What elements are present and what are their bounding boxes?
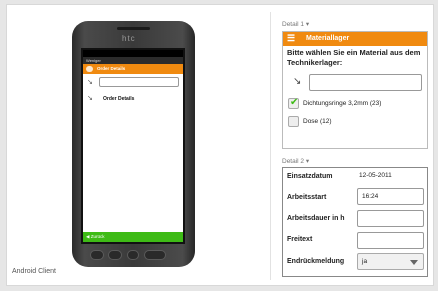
detail2-label[interactable]: Detail 2 ▾ xyxy=(282,157,309,165)
endrueckmeldung-row: Endrückmeldung ja xyxy=(283,252,427,274)
order-details-row[interactable]: ↘ Order Details xyxy=(83,90,183,106)
app-title: Weniger xyxy=(83,57,183,64)
arbeitsstart-row: Arbeitsstart 16:24 xyxy=(283,187,427,208)
arbeitsdauer-input[interactable] xyxy=(357,210,424,227)
back-hw-button[interactable] xyxy=(144,250,166,260)
material-item[interactable]: Dose (12) xyxy=(283,115,427,129)
materiallager-title: Materiallager xyxy=(306,35,350,42)
work-report-form: Einsatzdatum 12-05-2011 Arbeitsstart 16:… xyxy=(282,167,428,277)
phone-device: htc Weniger Order Details ↘ ↘ Order Deta… xyxy=(72,21,195,267)
speaker-grille xyxy=(117,27,150,30)
status-bar xyxy=(83,50,183,57)
einsatzdatum-value: 12-05-2011 xyxy=(359,172,392,179)
order-details-bar-label: Order Details xyxy=(97,66,126,71)
checkbox-checked[interactable] xyxy=(288,97,299,109)
brand-logo: htc xyxy=(122,34,136,43)
wand-icon: ↘ xyxy=(87,95,93,102)
detail1-label[interactable]: Detail 1 ▾ xyxy=(282,20,309,28)
hardware-buttons xyxy=(72,250,195,260)
order-details-row-label: Order Details xyxy=(103,96,135,102)
arbeitsdauer-row: Arbeitsdauer in h xyxy=(283,208,427,230)
freitext-input[interactable] xyxy=(357,232,424,249)
material-item[interactable]: Dichtungsringe 3,2mm (23) xyxy=(283,97,427,111)
endrueckmeldung-label: Endrückmeldung xyxy=(287,258,345,265)
material-prompt: Bitte wählen Sie ein Material aus dem Te… xyxy=(287,48,421,67)
freitext-row: Freitext xyxy=(283,230,427,252)
einsatzdatum-row: Einsatzdatum 12-05-2011 xyxy=(283,168,427,187)
materiallager-header: ☰ Materiallager xyxy=(283,32,427,46)
caption: Android Client xyxy=(12,268,56,275)
back-button[interactable]: ◀ Zurück xyxy=(83,232,183,242)
endrueckmeldung-value: ja xyxy=(362,258,368,265)
list-icon: ☰ xyxy=(287,33,296,43)
barcode-wand-icon: ↘ xyxy=(293,76,302,87)
material-item-label: Dose (12) xyxy=(303,118,332,125)
endrueckmeldung-select[interactable]: ja xyxy=(357,253,424,270)
material-item-label: Dichtungsringe 3,2mm (23) xyxy=(303,100,382,107)
material-input[interactable] xyxy=(309,74,422,91)
phone-screen: Weniger Order Details ↘ ↘ Order Details … xyxy=(81,48,185,244)
menu-hw-button[interactable] xyxy=(108,250,122,260)
scan-input[interactable] xyxy=(99,77,179,87)
checkbox-unchecked[interactable] xyxy=(288,116,299,127)
arbeitsdauer-label: Arbeitsdauer in h xyxy=(287,215,345,222)
column-divider xyxy=(270,12,271,280)
order-icon xyxy=(86,66,93,72)
einsatzdatum-label: Einsatzdatum xyxy=(287,173,333,180)
home-hw-button[interactable] xyxy=(90,250,104,260)
chevron-down-icon xyxy=(410,260,418,265)
freitext-label: Freitext xyxy=(287,236,313,243)
barcode-wand-icon: ↘ xyxy=(87,79,93,86)
trackball[interactable] xyxy=(127,250,139,260)
materiallager-panel: ☰ Materiallager Bitte wählen Sie ein Mat… xyxy=(282,31,428,149)
material-scan-row: ↘ xyxy=(283,73,427,93)
order-details-bar[interactable]: Order Details xyxy=(83,64,183,74)
arbeitsstart-input[interactable]: 16:24 xyxy=(357,188,424,205)
arbeitsstart-label: Arbeitsstart xyxy=(287,194,327,201)
scan-row: ↘ xyxy=(83,74,183,90)
